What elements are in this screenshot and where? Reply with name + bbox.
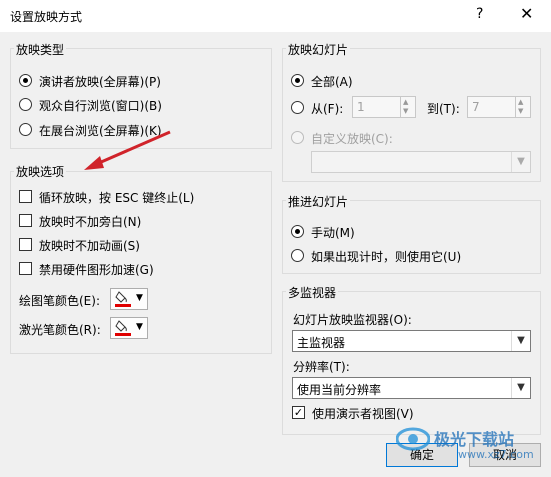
resolution-value: 使用当前分辨率 xyxy=(297,383,382,397)
slides-legend: 放映幻灯片 xyxy=(286,41,351,58)
watermark-text: 极光下载站 xyxy=(434,430,515,449)
show-type-legend: 放映类型 xyxy=(14,41,67,58)
chevron-down-icon[interactable]: ▼ xyxy=(511,378,530,398)
radio-manual[interactable] xyxy=(291,225,304,238)
laser-color-button[interactable]: ▼ xyxy=(110,317,148,339)
help-button[interactable]: ? xyxy=(476,6,483,22)
monitor-label: 幻灯片放映监视器(O): xyxy=(293,313,412,327)
radio-all-slides[interactable] xyxy=(291,74,304,87)
annotation-arrow-icon xyxy=(84,130,171,170)
paint-bucket-icon xyxy=(115,291,127,303)
custom-show-select[interactable]: ▼ xyxy=(311,151,531,173)
presenter-view-checkbox[interactable]: ✓ xyxy=(292,406,305,419)
no-animation-label[interactable]: 放映时不加动画(S) xyxy=(39,237,140,254)
presenter-view-label[interactable]: 使用演示者视图(V) xyxy=(312,405,414,422)
no-narration-checkbox[interactable] xyxy=(19,214,32,227)
pen-color-label: 绘图笔颜色(E): xyxy=(19,294,100,308)
radio-use-timing[interactable] xyxy=(291,249,304,262)
chevron-down-icon: ▼ xyxy=(136,293,143,303)
radio-individual-label[interactable]: 观众自行浏览(窗口)(B) xyxy=(39,97,162,114)
radio-from-label[interactable]: 从(F): xyxy=(311,100,343,117)
radio-all-slides-label[interactable]: 全部(A) xyxy=(311,73,353,90)
radio-kiosk[interactable] xyxy=(19,123,32,136)
chevron-down-icon[interactable]: ▼ xyxy=(511,152,530,172)
monitors-legend: 多监视器 xyxy=(286,284,339,301)
dialog-title: 设置放映方式 xyxy=(10,10,83,24)
radio-presenter[interactable] xyxy=(19,74,32,87)
spinner-up-icon[interactable]: ▲ xyxy=(518,98,523,106)
spinner-up-icon[interactable]: ▲ xyxy=(403,98,408,106)
loop-checkbox-label[interactable]: 循环放映，按 ESC 键终止(L) xyxy=(39,189,194,206)
chevron-down-icon[interactable]: ▼ xyxy=(511,331,530,351)
to-slide-value: 7 xyxy=(472,100,480,114)
pen-color-swatch xyxy=(115,304,131,307)
title-bar xyxy=(0,0,551,32)
disable-hw-accel-label[interactable]: 禁用硬件图形加速(G) xyxy=(39,261,154,278)
advance-legend: 推进幻灯片 xyxy=(286,193,351,210)
monitor-select[interactable]: 主监视器 ▼ xyxy=(292,330,531,352)
chevron-down-icon: ▼ xyxy=(136,322,143,332)
checkmark-icon: ✓ xyxy=(293,406,304,419)
resolution-select[interactable]: 使用当前分辨率 ▼ xyxy=(292,377,531,399)
from-slide-spinner[interactable]: 1 ▲ ▼ xyxy=(352,96,416,118)
no-narration-label[interactable]: 放映时不加旁白(N) xyxy=(39,213,141,230)
pen-color-button[interactable]: ▼ xyxy=(110,288,148,310)
laser-color-label: 激光笔颜色(R): xyxy=(19,323,101,337)
no-animation-checkbox[interactable] xyxy=(19,238,32,251)
spinner-down-icon[interactable]: ▼ xyxy=(518,107,523,115)
radio-manual-label[interactable]: 手动(M) xyxy=(311,224,355,241)
aurora-logo-icon xyxy=(396,427,430,451)
resolution-label: 分辨率(T): xyxy=(293,360,350,374)
radio-individual[interactable] xyxy=(19,98,32,111)
paint-bucket-icon xyxy=(115,320,127,332)
spinner-down-icon[interactable]: ▼ xyxy=(403,107,408,115)
to-slide-spinner[interactable]: 7 ▲ ▼ xyxy=(467,96,531,118)
from-slide-value: 1 xyxy=(357,100,365,114)
disable-hw-accel-checkbox[interactable] xyxy=(19,262,32,275)
laser-color-swatch xyxy=(115,333,131,336)
radio-custom-show[interactable] xyxy=(291,131,304,144)
radio-from-slides[interactable] xyxy=(291,101,304,114)
loop-checkbox[interactable] xyxy=(19,190,32,203)
radio-presenter-label[interactable]: 演讲者放映(全屏幕)(P) xyxy=(39,73,161,90)
watermark-url: www.xz7.com xyxy=(458,448,534,461)
radio-use-timing-label[interactable]: 如果出现计时，则使用它(U) xyxy=(311,248,461,265)
spinner-buttons[interactable]: ▲ ▼ xyxy=(515,97,530,117)
monitor-value: 主监视器 xyxy=(297,336,346,350)
to-label: 到(T): xyxy=(427,102,460,116)
radio-custom-show-label[interactable]: 自定义放映(C): xyxy=(311,130,393,147)
show-options-legend: 放映选项 xyxy=(14,163,67,180)
spinner-buttons[interactable]: ▲ ▼ xyxy=(400,97,415,117)
close-button[interactable]: ✕ xyxy=(520,4,533,23)
